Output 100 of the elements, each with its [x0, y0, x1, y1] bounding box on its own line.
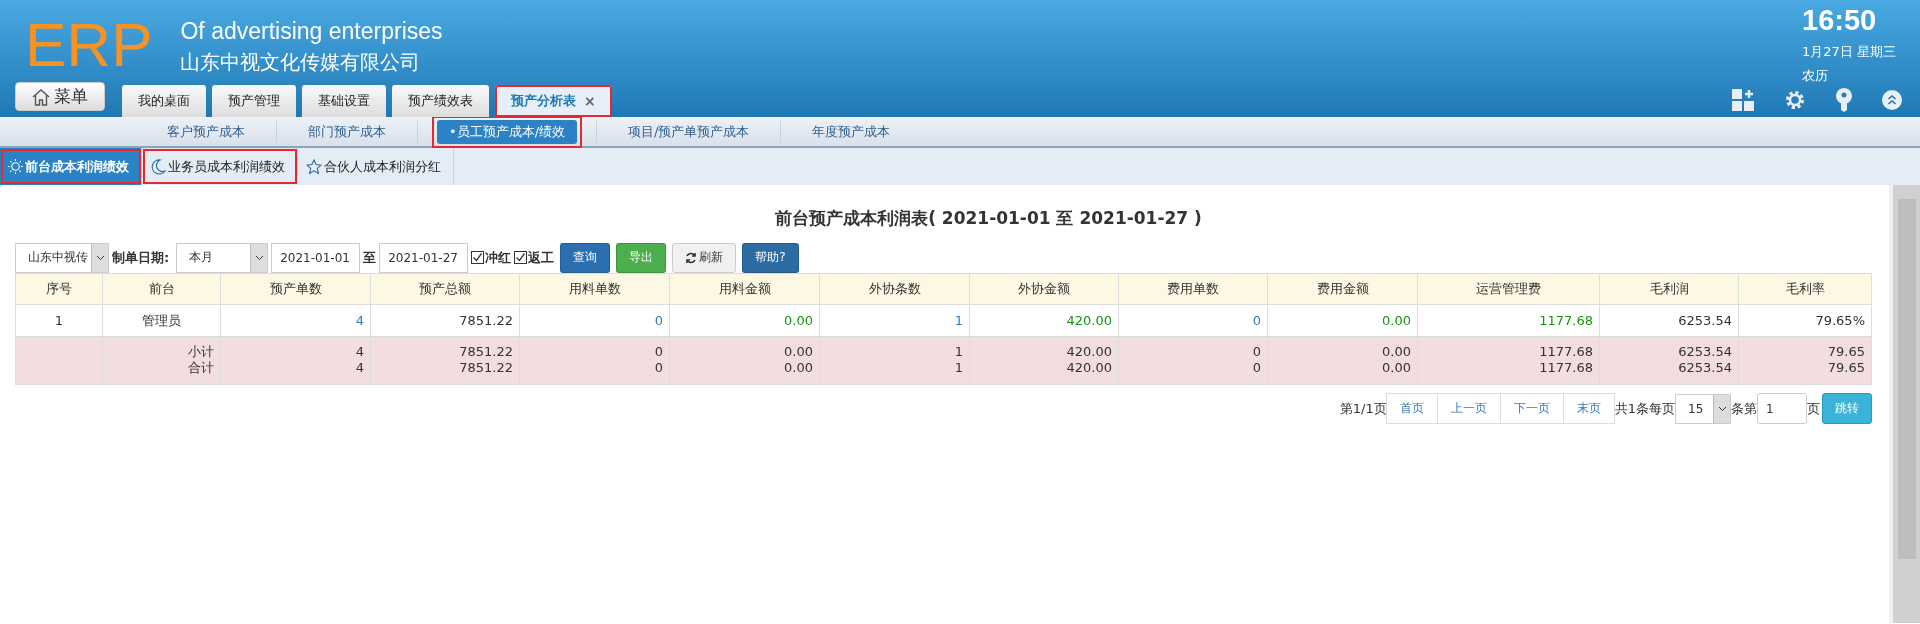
end-date-field[interactable]: 2021-01-27 — [379, 242, 469, 273]
sub-nav-link[interactable]: •员工预产成本/绩效 — [432, 115, 583, 148]
sub-nav-link[interactable]: 项目/预产单预产成本 — [611, 115, 767, 148]
column-header: 外协金额 — [969, 273, 1119, 305]
summary-cell-text: 0.00 — [783, 360, 813, 376]
add-widget-icon[interactable] — [1732, 89, 1754, 111]
app-title: Of advertising enterprises — [180, 18, 443, 45]
table-cell: 0.00 — [1267, 304, 1418, 337]
filter-button[interactable]: 刷新 — [672, 242, 737, 273]
company-name: 山东中视文化传媒有限公司 — [180, 49, 422, 76]
menu-button[interactable]: 菜单 — [15, 82, 105, 111]
summary-cell-text: 1 — [953, 360, 963, 376]
summary-cell-text: 1177.68 — [1538, 360, 1593, 376]
table-cell: 0.00 — [669, 304, 820, 337]
summary-cell-text: 0 — [653, 344, 663, 360]
sub-tab[interactable]: 业务员成本利润绩效 — [142, 148, 298, 185]
column-header: 序号 — [15, 273, 103, 305]
summary-cell-text: 6253.54 — [1677, 360, 1732, 376]
column-header: 用料单数 — [519, 273, 670, 305]
summary-cell-text: 79.65 — [1826, 344, 1865, 360]
column-header: 运营管理费 — [1417, 273, 1600, 305]
sun-icon — [8, 159, 23, 174]
clock-time: 16:50 — [1802, 4, 1878, 37]
summary-cell-text: 6253.54 — [1677, 344, 1732, 360]
column-header: 预产单数 — [220, 273, 371, 305]
logo: ERP — [25, 14, 153, 76]
summary-cell-text: 0 — [1251, 360, 1261, 376]
summary-cell-text: 420.00 — [1065, 344, 1112, 360]
summary-cell-text: 7851.22 — [458, 360, 513, 376]
table-cell: 7851.22 — [370, 304, 520, 337]
tab-label: 预产管理 — [228, 92, 280, 110]
column-header: 用料金额 — [669, 273, 820, 305]
page-info: 第1/1页 — [1339, 399, 1387, 418]
checkbox-label: 返工 — [528, 248, 555, 267]
key-icon[interactable] — [1836, 88, 1852, 112]
column-header: 预产总额 — [370, 273, 520, 305]
moon-icon — [150, 158, 166, 175]
star-icon — [306, 158, 322, 175]
summary-cell-text: 1177.68 — [1538, 344, 1593, 360]
sub-nav-link[interactable]: 年度预产成本 — [795, 115, 908, 148]
nav-tab[interactable]: 预产管理 — [212, 85, 296, 117]
pager-button[interactable]: 首页 — [1385, 393, 1438, 424]
refresh-icon — [685, 251, 698, 264]
filter-button[interactable]: 帮助? — [742, 242, 799, 273]
tab-label: 我的桌面 — [138, 92, 190, 110]
table-cell[interactable]: 0 — [1118, 304, 1268, 337]
date-text: 1月27日 星期三 — [1802, 43, 1897, 61]
checkbox[interactable] — [471, 251, 485, 264]
settings-icon[interactable] — [1784, 89, 1806, 111]
column-header: 费用单数 — [1118, 273, 1268, 305]
checkbox[interactable] — [514, 251, 528, 264]
caret-icon — [95, 254, 105, 261]
table-cell: 420.00 — [969, 304, 1119, 337]
summary-cell-text: 0.00 — [1381, 344, 1411, 360]
summary-cell-text: 0 — [1251, 344, 1261, 360]
sub-nav-link[interactable]: 部门预产成本 — [291, 115, 403, 148]
table-cell[interactable]: 0 — [519, 304, 670, 337]
page-suffix: 页 — [1807, 399, 1820, 418]
lunar-text: 农历 — [1802, 67, 1829, 85]
column-header: 外协条数 — [819, 273, 970, 305]
pager-button[interactable]: 末页 — [1562, 393, 1615, 424]
nav-tab[interactable]: 我的桌面 — [122, 85, 206, 117]
summary-cell-text: 0.00 — [1381, 360, 1411, 376]
tab-label: 预产绩效表 — [408, 92, 473, 110]
summary-cell-text: 79.65 — [1826, 360, 1865, 376]
sub-nav-link[interactable]: 客户预产成本 — [150, 115, 262, 148]
table-cell: 79.65% — [1738, 304, 1872, 337]
nav-tab[interactable]: 预产绩效表 — [392, 85, 489, 117]
summary-cell-text: 1 — [953, 344, 963, 360]
summary-cell-text: 7851.22 — [458, 344, 513, 360]
column-header: 前台 — [102, 273, 221, 305]
nav-tab[interactable]: 基础设置 — [302, 85, 386, 117]
summary-cell-text: 0 — [653, 360, 663, 376]
table-cell: 1177.68 — [1417, 304, 1600, 337]
to-label: 至 — [363, 248, 377, 267]
pager-button[interactable]: 下一页 — [1499, 393, 1564, 424]
start-date-field[interactable]: 2021-01-01 — [271, 242, 361, 273]
table-cell: 管理员 — [102, 304, 221, 337]
period-select[interactable]: 本月 — [176, 242, 269, 273]
collapse-icon[interactable] — [1882, 90, 1902, 110]
summary-cell-text: 420.00 — [1065, 360, 1112, 376]
page-field[interactable]: 1 — [1757, 393, 1807, 424]
company-select[interactable]: 山东中视传 — [15, 242, 109, 273]
page-prefix: 条第 — [1731, 399, 1757, 418]
table-cell[interactable]: 1 — [819, 304, 970, 337]
sub-tab[interactable]: 前台成本利润绩效 — [0, 148, 142, 185]
filter-button[interactable]: 查询 — [560, 242, 611, 273]
column-header: 毛利率 — [1738, 273, 1872, 305]
table-cell: 1 — [15, 304, 103, 337]
tab-label: 基础设置 — [318, 92, 370, 110]
checkbox-label: 冲红 — [485, 248, 512, 267]
table-cell[interactable]: 4 — [220, 304, 371, 337]
nav-tab[interactable]: 预产分析表 × — [495, 85, 612, 117]
scrollbar[interactable] — [1889, 185, 1920, 623]
home-icon — [32, 87, 50, 106]
pager-button[interactable]: 上一页 — [1436, 393, 1501, 424]
page-size-select[interactable]: 15 — [1675, 393, 1731, 424]
close-tab-icon[interactable]: × — [584, 93, 596, 109]
summary-label: 合计 — [187, 360, 214, 376]
caret-icon — [1717, 405, 1727, 412]
